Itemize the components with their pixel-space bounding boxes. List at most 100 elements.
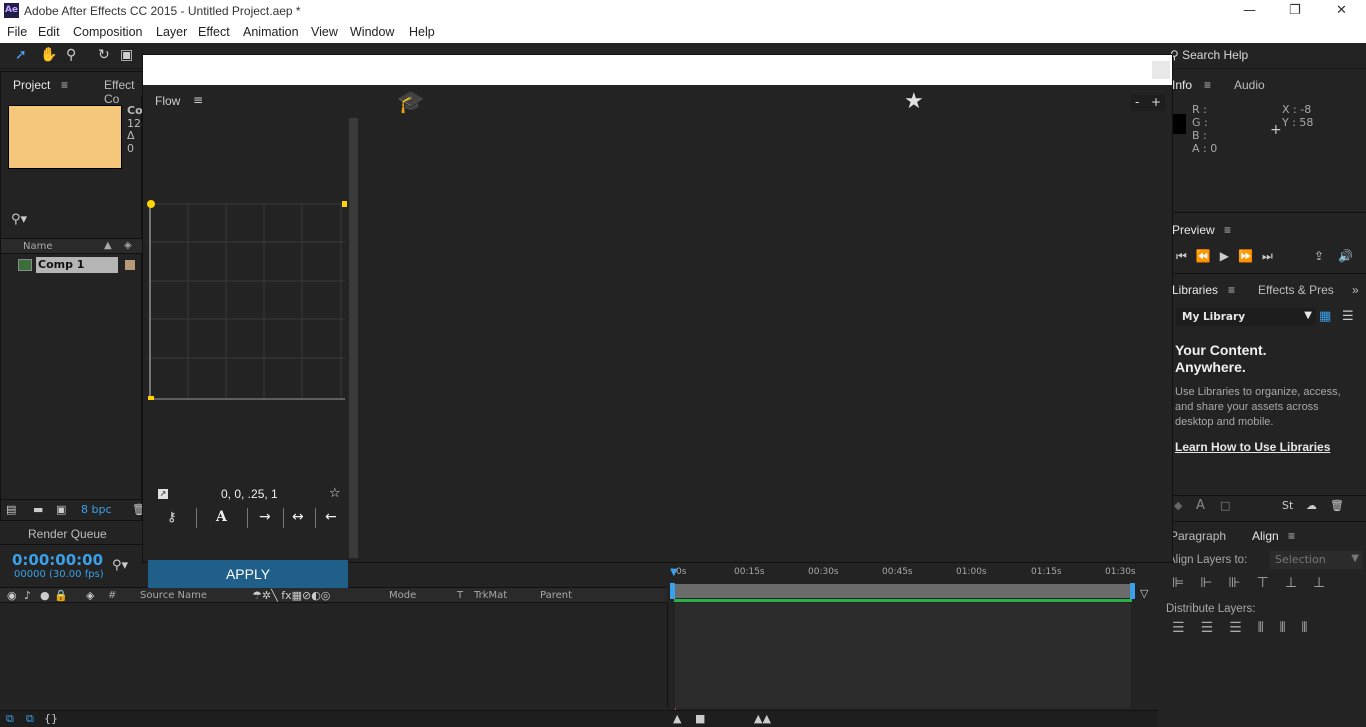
mute-audio-icon[interactable]: 🔊 <box>1338 249 1353 263</box>
label-color-swatch[interactable] <box>125 260 135 270</box>
paint-bucket-icon[interactable]: ◆ <box>1174 499 1182 512</box>
layer-track-area[interactable] <box>675 603 1131 708</box>
text-layer-icon[interactable]: A <box>216 509 227 525</box>
curve-editor[interactable] <box>147 200 347 400</box>
bezier-handle-1[interactable] <box>147 200 155 208</box>
work-area-bar[interactable] <box>674 584 1132 598</box>
toggle-modes-icon[interactable]: ⧉ <box>26 712 34 726</box>
distribute-right-icon[interactable]: ⫴ <box>1301 620 1323 636</box>
menu-animation[interactable]: Animation <box>243 25 299 39</box>
distribute-top-icon[interactable]: ☰ <box>1172 620 1201 636</box>
flow-presets-canvas[interactable]: 🎓 ★ - + <box>375 85 1172 562</box>
new-folder-icon[interactable]: ▬ <box>33 503 43 516</box>
work-area-end-handle[interactable] <box>1130 583 1135 599</box>
distribute-bottom-icon[interactable]: ☰ <box>1229 620 1258 636</box>
align-right-icon[interactable]: ⊪ <box>1228 575 1256 591</box>
hand-tool-icon[interactable]: ✋ <box>40 47 57 63</box>
new-comp-icon[interactable]: ▣ <box>56 503 66 516</box>
comp-marker-icon[interactable]: ▽ <box>1140 587 1148 600</box>
time-ruler[interactable]: 0s 00:15s 00:30s 00:45s 01:00s 01:15s 01… <box>668 565 1136 585</box>
libraries-menu-icon[interactable]: ≡ <box>1228 283 1235 297</box>
align-menu-icon[interactable]: ≡ <box>1288 529 1295 543</box>
expand-icon[interactable]: ↗ <box>158 489 168 499</box>
project-search-icon[interactable]: ⚲▾ <box>11 212 27 227</box>
align-vcenter-icon[interactable]: ⊥ <box>1285 575 1313 591</box>
align-to-select[interactable]: Selection ▼ <box>1270 551 1362 569</box>
ease-out-arrow-icon[interactable]: → <box>259 509 271 525</box>
menu-layer[interactable]: Layer <box>156 25 187 39</box>
last-frame-icon[interactable]: ⏭ <box>1262 249 1282 263</box>
sync-icon[interactable]: ☁ <box>1306 499 1317 512</box>
flow-scrollbar[interactable] <box>349 118 358 558</box>
more-panels-icon[interactable]: » <box>1352 283 1359 297</box>
restore-button[interactable]: ❐ <box>1289 3 1301 18</box>
camera-tool-icon[interactable]: ▣ <box>120 47 133 63</box>
zoom-tool-icon[interactable]: ⚲ <box>66 47 76 63</box>
apply-button[interactable]: APPLY <box>148 560 348 588</box>
column-name[interactable]: Name <box>23 241 53 252</box>
toggle-switches-icon[interactable]: ⧉ <box>6 712 14 726</box>
graphic-icon[interactable]: □ <box>1220 499 1230 512</box>
align-bottom-icon[interactable]: ⊥ <box>1313 575 1341 591</box>
rotate-tool-icon[interactable]: ↻ <box>98 47 110 63</box>
zoom-plus-button[interactable]: + <box>1151 95 1161 109</box>
prev-frame-icon[interactable]: ⏪ <box>1196 249 1220 263</box>
preview-menu-icon[interactable]: ≡ <box>1224 223 1231 237</box>
loop-icon[interactable]: ⇪ <box>1314 249 1324 263</box>
ease-both-arrow-icon[interactable]: ↔ <box>292 509 304 525</box>
curve-end-point[interactable] <box>342 201 347 207</box>
tab-effect-controls[interactable]: Effect Co <box>104 78 143 106</box>
text-style-icon[interactable]: A <box>1196 498 1205 513</box>
first-frame-icon[interactable]: ⏮ <box>1176 249 1196 263</box>
flow-window-titlebar[interactable] <box>143 55 1172 85</box>
align-top-icon[interactable]: ⊤ <box>1257 575 1285 591</box>
timeline-search-icon[interactable]: ⚲▾ <box>112 558 128 573</box>
column-hash[interactable]: # <box>108 590 116 601</box>
menu-view[interactable]: View <box>311 25 338 39</box>
graduation-cap-icon[interactable]: 🎓 <box>397 90 424 115</box>
zoom-in-icon[interactable]: ▲▲ <box>754 712 771 725</box>
distribute-left-icon[interactable]: ⫴ <box>1258 620 1280 636</box>
menu-effect[interactable]: Effect <box>198 25 230 39</box>
list-item[interactable]: Comp 1 <box>1 257 143 274</box>
distribute-hcenter-icon[interactable]: ⫴ <box>1280 620 1302 636</box>
star-icon[interactable]: ★ <box>904 89 924 114</box>
menu-edit[interactable]: Edit <box>38 25 60 39</box>
adobe-stock-icon[interactable]: St <box>1282 499 1293 512</box>
curve-value[interactable]: 0, 0, .25, 1 <box>221 487 278 501</box>
menu-help[interactable]: Help <box>409 25 435 39</box>
label-icon[interactable]: ◈ <box>86 589 94 602</box>
curve-start-point[interactable] <box>148 396 154 400</box>
menu-composition[interactable]: Composition <box>73 25 142 39</box>
tab-paragraph[interactable]: Paragraph <box>1170 529 1226 543</box>
search-help[interactable]: ⚲ Search Help <box>1170 48 1248 62</box>
grid-view-icon[interactable]: ▦ <box>1319 309 1331 324</box>
learn-libraries-link[interactable]: Learn How to Use Libraries <box>1175 440 1330 454</box>
tab-project[interactable]: Project <box>13 78 50 92</box>
tab-render-queue[interactable]: Render Queue <box>28 527 107 541</box>
bpc-toggle[interactable]: 8 bpc <box>81 503 112 516</box>
flow-close-button[interactable] <box>1152 61 1170 79</box>
toggle-frames-icon[interactable]: {} <box>44 712 58 725</box>
distribute-vcenter-icon[interactable]: ☰ <box>1201 620 1230 636</box>
work-area-start-handle[interactable] <box>670 583 675 599</box>
library-select[interactable]: My Library ▼ <box>1176 308 1316 326</box>
favorite-star-icon[interactable]: ☆ <box>329 486 341 501</box>
eye-icon[interactable]: ◉ <box>7 589 17 602</box>
timecode-display[interactable]: 0:00:00:00 <box>12 551 103 569</box>
delete-icon[interactable]: 🗑 <box>1330 499 1344 512</box>
label-tag-icon[interactable]: ◈ <box>124 240 132 251</box>
next-frame-icon[interactable]: ⏩ <box>1238 249 1262 263</box>
info-menu-icon[interactable]: ≡ <box>1204 78 1211 92</box>
menu-window[interactable]: Window <box>350 25 394 39</box>
lock-icon[interactable]: 🔒 <box>54 589 68 602</box>
switches-icon[interactable]: ☂✲╲ fx▦⊘◐◎ <box>252 589 330 602</box>
minimize-button[interactable]: — <box>1243 3 1256 18</box>
selection-tool-icon[interactable]: ➚ <box>15 47 27 63</box>
interpret-footage-icon[interactable]: ▤ <box>6 503 16 516</box>
menu-file[interactable]: File <box>7 25 27 39</box>
zoom-out-icon[interactable]: ▲ <box>673 712 681 725</box>
key-icon[interactable]: ⚷ <box>167 510 177 525</box>
audio-icon[interactable]: ♪ <box>24 589 31 602</box>
tab-align[interactable]: Align <box>1252 529 1279 543</box>
